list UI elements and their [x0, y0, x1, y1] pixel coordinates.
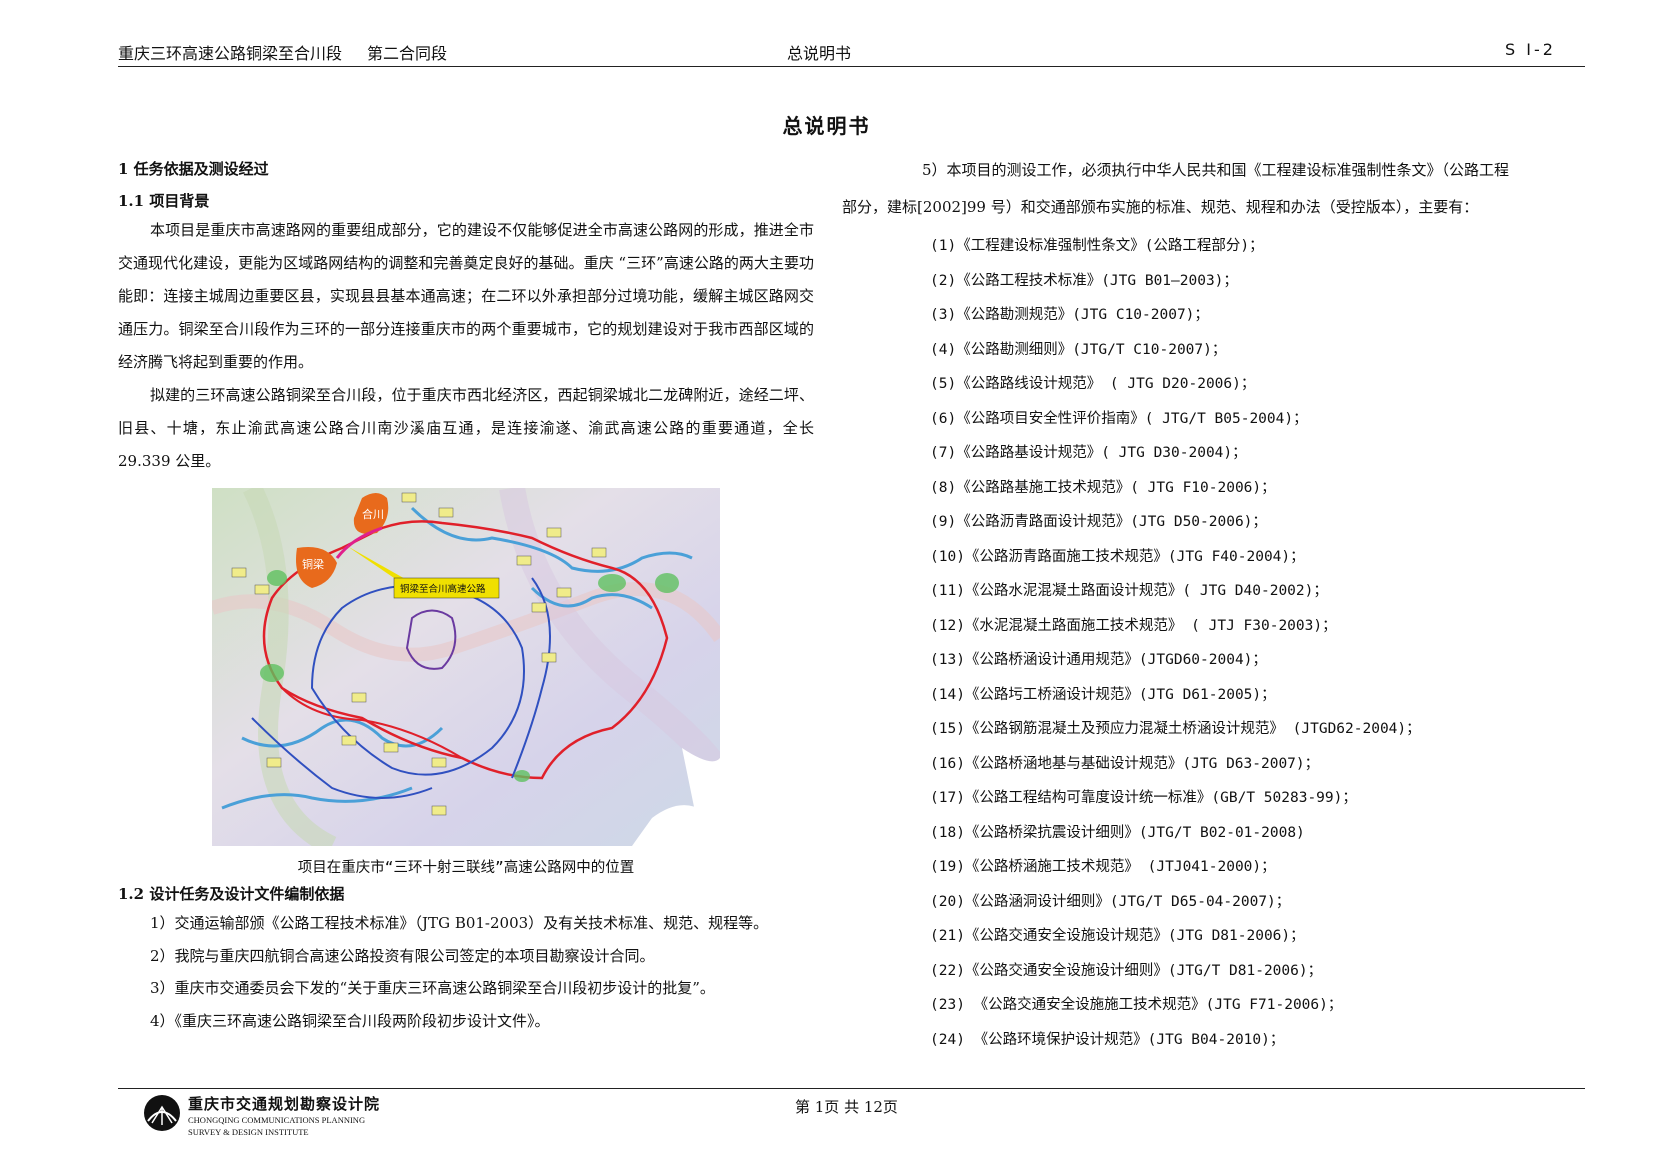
standard-item: (22)《公路交通安全设施设计细则》(JTG/T D81-2006)；	[930, 962, 1323, 979]
standard-item: (24) 《公路环境保护设计规范》(JTG B04-2010)；	[930, 1031, 1285, 1048]
standard-item: (1)《工程建设标准强制性条文》(公路工程部分)；	[930, 238, 1264, 254]
standard-item: (3)《公路勘测规范》(JTG C10-2007)；	[930, 307, 1209, 323]
header-rule	[118, 66, 1585, 67]
standards-list: (1)《工程建设标准强制性条文》(公路工程部分)； (2)《公路工程技术标准》(…	[890, 229, 1590, 1057]
heading-1-2: 1.2 设计任务及设计文件编制依据	[118, 885, 345, 903]
standard-item: (9)《公路沥青路面设计规范》(JTG D50-2006)；	[930, 514, 1267, 530]
standard-item: (12)《水泥混凝土路面施工技术规范》 ( JTJ F30-2003)；	[930, 617, 1337, 634]
basis-item: 1）交通运输部颁《公路工程技术标准》（JTG B01-2003）及有关技术标准、…	[150, 914, 769, 932]
institute-name-cn: 重庆市交通规划勘察设计院	[188, 1095, 381, 1113]
page-number: 第 1页 共 12页	[795, 1098, 898, 1116]
standards-intro-line2: 部分，建标[2002]99 号）和交通部颁布实施的标准、规范、规程和办法（受控版…	[842, 198, 1479, 216]
standard-item: (19)《公路桥涵施工技术规范》 (JTJ041-2000)；	[930, 859, 1276, 875]
standard-item: (8)《公路路基施工技术规范》( JTG F10-2006)；	[930, 479, 1276, 496]
institute-logo-icon	[144, 1095, 180, 1131]
standard-item: (7)《公路路基设计规范》( JTG D30-2004)；	[930, 445, 1247, 461]
standard-item: (4)《公路勘测细则》(JTG/T C10-2007)；	[930, 341, 1227, 358]
standards-intro-line1: 5）本项目的测设工作，必须执行中华人民共和国《工程建设标准强制性条文》（公路工程	[922, 161, 1510, 179]
header-project: 重庆三环高速公路铜梁至合川段	[118, 44, 343, 63]
standard-item: (16)《公路桥涵地基与基础设计规范》(JTG D63-2007)；	[930, 755, 1320, 772]
standard-item: (17)《公路工程结构可靠度设计统一标准》(GB/T 50283-99)；	[930, 790, 1357, 806]
basis-item: 4）《重庆三环高速公路铜梁至合川段两阶段初步设计文件》。	[150, 1011, 550, 1030]
heading-1-1: 1.1 项目背景	[118, 192, 210, 210]
standards-intro: 5）本项目的测设工作，必须执行中华人民共和国《工程建设标准强制性条文》（公路工程…	[842, 152, 1590, 226]
standard-item: (5)《公路路线设计规范》 ( JTG D20-2006)；	[930, 376, 1256, 392]
footer-rule	[118, 1088, 1585, 1089]
standard-item: (6)《公路项目安全性评价指南》( JTG/T B05-2004)；	[930, 410, 1308, 427]
paragraph-route: 拟建的三环高速公路铜梁至合川段，位于重庆市西北经济区，西起铜梁城北二龙碑附近，途…	[118, 386, 814, 470]
header-section: 第二合同段	[367, 44, 448, 63]
right-column: 5）本项目的测设工作，必须执行中华人民共和国《工程建设标准强制性条文》（公路工程…	[842, 152, 1590, 1057]
left-column: 1 任务依据及测设经过 1.1 项目背景 本项目是重庆市高速路网的重要组成部分，…	[118, 150, 814, 1037]
standard-item: (18)《公路桥梁抗震设计细则》(JTG/T B02-01-2008)	[930, 824, 1305, 841]
map-city-hechuan: 合川	[362, 507, 384, 521]
paragraph-background: 本项目是重庆市高速路网的重要组成部分，它的建设不仅能够促进全市高速公路网的形成，…	[118, 221, 814, 371]
standard-item: (2)《公路工程技术标准》(JTG B01—2003)；	[930, 272, 1238, 289]
heading-1: 1 任务依据及测设经过	[118, 160, 269, 178]
route-map-image: 合川 铜梁 铜梁至合川高速公路	[212, 488, 720, 846]
header-code: S Ⅰ-2	[1505, 40, 1556, 59]
standard-item: (10)《公路沥青路面施工技术规范》(JTG F40-2004)；	[930, 548, 1305, 565]
standard-item: (21)《公路交通安全设施设计规范》(JTG D81-2006)；	[930, 928, 1305, 944]
institute-name-en-line2: SURVEY & DESIGN INSTITUTE	[188, 1127, 309, 1137]
standard-item: (23) 《公路交通安全设施施工技术规范》(JTG F71-2006)；	[930, 997, 1343, 1013]
header-doc-title: 总说明书	[787, 44, 852, 63]
standard-item: (13)《公路桥涵设计通用规范》(JTGD60-2004)；	[930, 652, 1267, 668]
standard-item: (15)《公路钢筋混凝土及预应力混凝土桥涵设计规范》 (JTGD62-2004)…	[930, 721, 1421, 737]
institute-name-en-line1: CHONGQING COMMUNICATIONS PLANNING	[188, 1115, 366, 1125]
map-callout-label: 铜梁至合川高速公路	[400, 583, 486, 595]
map-city-tongliang: 铜梁	[302, 557, 324, 571]
page-title: 总说明书	[782, 114, 871, 138]
basis-item: 2）我院与重庆四航铜合高速公路投资有限公司签定的本项目勘察设计合同。	[150, 946, 655, 965]
institute-name-en: CHONGQING COMMUNICATIONS PLANNING SURVEY…	[188, 1114, 365, 1138]
standard-item: (14)《公路圬工桥涵设计规范》(JTG D61-2005)；	[930, 686, 1276, 703]
standard-item: (20)《公路涵洞设计细则》(JTG/T D65-04-2007)；	[930, 893, 1291, 910]
basis-item: 3）重庆市交通委员会下发的“关于重庆三环高速公路铜梁至合川段初步设计的批复”。	[150, 979, 715, 997]
standard-item: (11)《公路水泥混凝土路面设计规范》( JTG D40-2002)；	[930, 583, 1328, 599]
map-caption: 项目在重庆市“三环十射三联线”高速公路网中的位置	[297, 860, 635, 876]
